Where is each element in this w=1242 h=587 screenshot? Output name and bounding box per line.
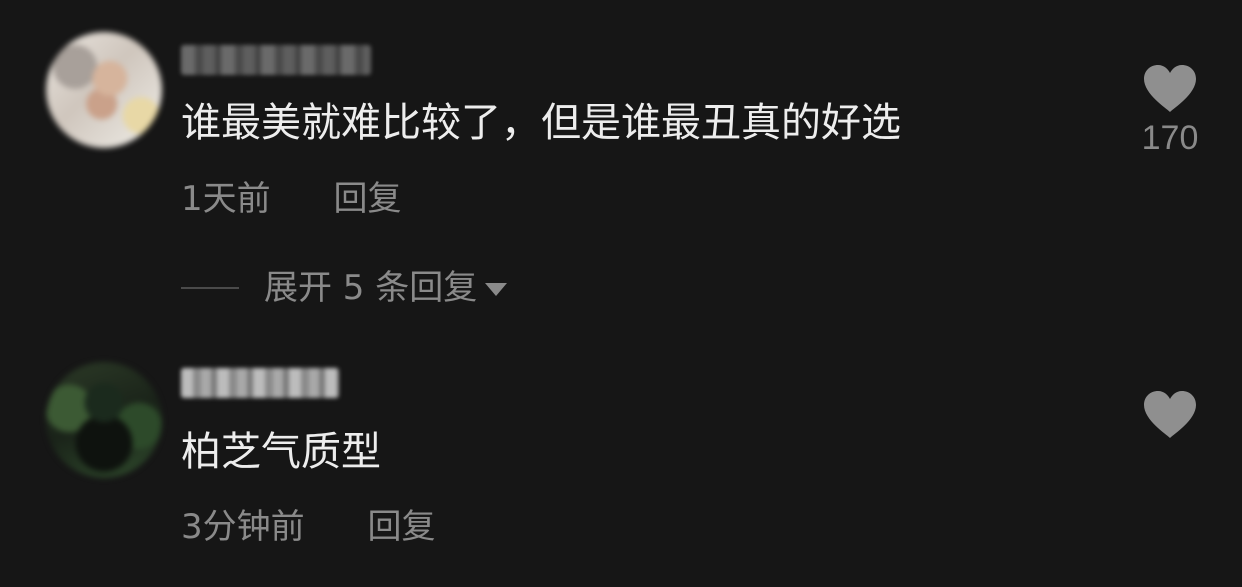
caret-down-icon: [485, 282, 508, 296]
comment-meta: 3分钟前 回复: [181, 507, 435, 547]
comment-time: 3分钟前: [181, 507, 305, 547]
reply-button[interactable]: 回复: [367, 507, 435, 547]
like-button[interactable]: [1130, 390, 1210, 444]
username-blurred[interactable]: [181, 368, 339, 398]
heart-icon: [1144, 391, 1196, 438]
reply-button[interactable]: 回复: [333, 179, 401, 219]
comment-meta: 1天前 回复: [181, 179, 401, 219]
comment-item: 柏芝气质型 3分钟前 回复: [0, 340, 1242, 587]
username-blurred[interactable]: [181, 45, 371, 75]
expand-replies-button[interactable]: 展开 5 条回复: [181, 266, 508, 310]
avatar[interactable]: [46, 362, 162, 478]
comment-item: 谁最美就难比较了，但是谁最丑真的好选 1天前 回复 展开 5 条回复 170: [0, 0, 1242, 340]
expand-replies-label: 展开 5 条回复: [264, 268, 478, 308]
heart-icon: [1144, 65, 1196, 112]
comment-time: 1天前: [181, 179, 271, 219]
divider-line: [181, 287, 239, 289]
comment-text: 谁最美就难比较了，但是谁最丑真的好选: [181, 100, 901, 146]
comment-list: 谁最美就难比较了，但是谁最丑真的好选 1天前 回复 展开 5 条回复 170 柏…: [0, 0, 1242, 587]
like-count: 170: [1141, 119, 1199, 157]
avatar[interactable]: [46, 32, 162, 148]
comment-text: 柏芝气质型: [181, 429, 381, 475]
like-button[interactable]: 170: [1130, 64, 1210, 158]
